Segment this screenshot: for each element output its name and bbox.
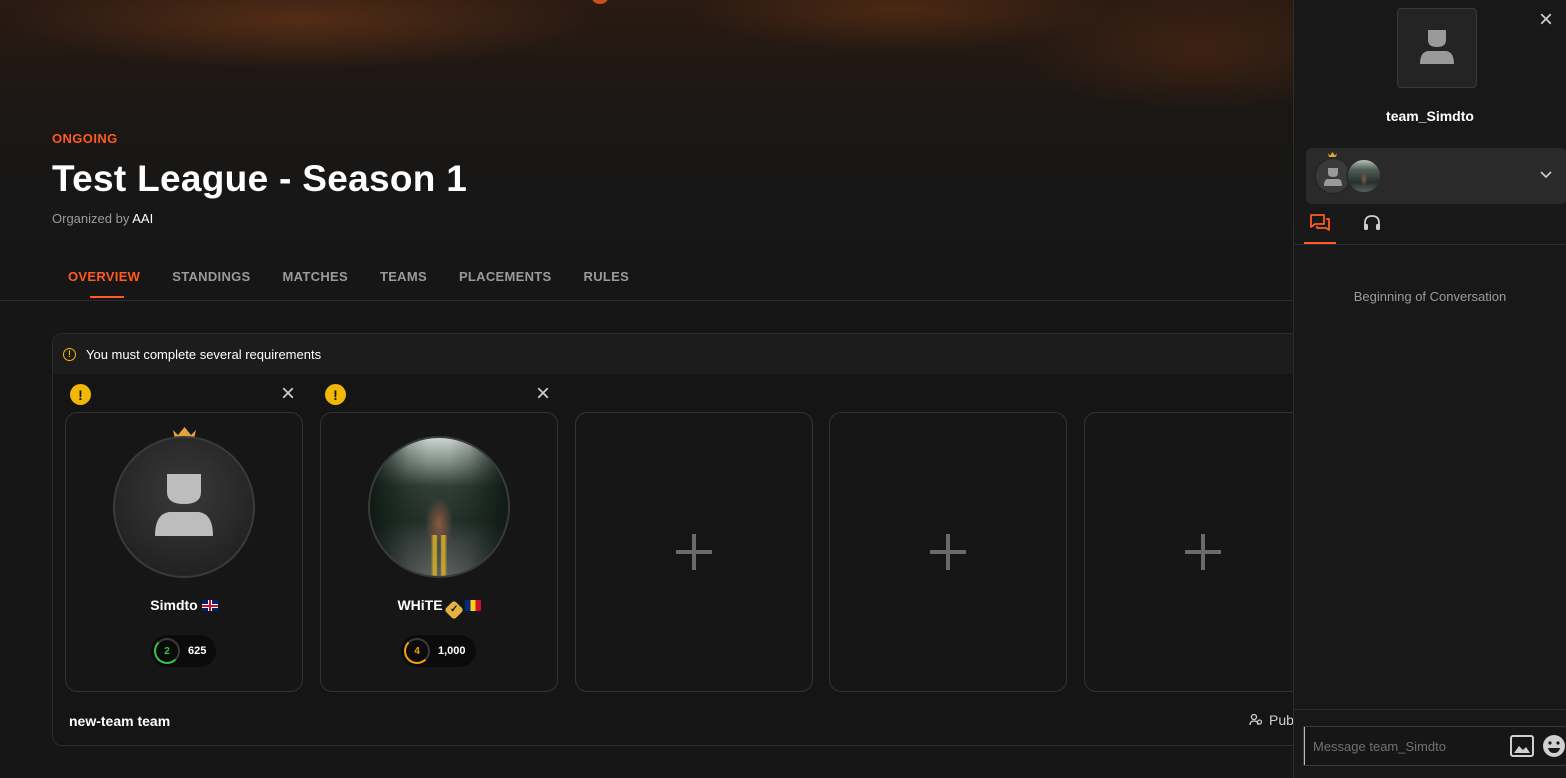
player-rating: 2 625 xyxy=(151,635,217,667)
tabs-divider xyxy=(0,300,1293,301)
elo-value: 625 xyxy=(188,645,207,657)
main-content: ONGOING Test League - Season 1 Organized… xyxy=(0,0,1293,778)
player-card[interactable]: Simdto 2 625 xyxy=(65,412,303,692)
tab-text-chat[interactable] xyxy=(1304,213,1336,244)
add-player-slot[interactable] xyxy=(829,412,1067,692)
tab-standings[interactable]: STANDINGS xyxy=(156,258,266,298)
team-chat-panel: × team_Simdto Beginning of Conversation … xyxy=(1293,0,1566,778)
plus-icon xyxy=(930,534,966,570)
league-banner xyxy=(0,0,1293,300)
composer-divider xyxy=(1294,709,1566,710)
player-name[interactable]: Simdto xyxy=(150,597,197,613)
player-name-row: Simdto xyxy=(66,597,302,613)
tab-teams[interactable]: TEAMS xyxy=(364,258,443,298)
organizer-line: Organized by AAI xyxy=(52,211,153,226)
verified-icon: ✓ xyxy=(443,600,464,620)
league-status: ONGOING xyxy=(52,131,118,146)
skill-level-badge: 4 xyxy=(404,638,430,664)
warning-icon[interactable]: ! xyxy=(325,384,346,405)
visibility-label: Pub xyxy=(1269,712,1293,728)
chevron-down-icon xyxy=(1540,171,1552,179)
player-name[interactable]: WHiTE xyxy=(397,597,442,613)
chat-tabs xyxy=(1294,213,1566,245)
add-player-slot[interactable] xyxy=(1084,412,1293,692)
tab-rules[interactable]: RULES xyxy=(568,258,646,298)
add-player-slot[interactable] xyxy=(575,412,813,692)
people-icon xyxy=(1249,713,1263,726)
flag-icon xyxy=(201,600,218,611)
player-name-row: WHiTE ✓ xyxy=(321,597,557,620)
warning-icon[interactable]: ! xyxy=(70,384,91,405)
page-title: Test League - Season 1 xyxy=(52,158,468,199)
message-composer xyxy=(1303,726,1566,766)
user-icon xyxy=(155,474,213,536)
tab-placements[interactable]: PLACEMENTS xyxy=(443,258,568,298)
remove-player-button[interactable]: × xyxy=(278,382,298,406)
emoji-icon[interactable] xyxy=(1542,734,1566,758)
flag-icon xyxy=(464,600,481,611)
member-avatar xyxy=(1346,158,1382,194)
player-slot-header: ! × xyxy=(320,382,558,406)
message-input[interactable] xyxy=(1304,727,1510,765)
player-avatar xyxy=(113,436,255,578)
members-dropdown[interactable] xyxy=(1306,148,1566,204)
image-upload-icon[interactable] xyxy=(1510,734,1534,758)
player-rating: 4 1,000 xyxy=(401,635,476,667)
close-icon[interactable]: × xyxy=(1536,8,1556,32)
chat-team-name: team_Simdto xyxy=(1386,108,1474,124)
organized-by-label: Organized by xyxy=(52,211,130,226)
player-slot-header: ! × xyxy=(65,382,303,406)
team-avatar xyxy=(1397,8,1477,88)
plus-icon xyxy=(676,534,712,570)
requirements-text: You must complete several requirements xyxy=(86,346,322,362)
conversation-start-label: Beginning of Conversation xyxy=(1353,289,1507,304)
warning-icon: ! xyxy=(63,347,76,361)
remove-player-button[interactable]: × xyxy=(533,382,553,406)
tab-voice-chat[interactable] xyxy=(1356,213,1388,244)
tab-overview[interactable]: OVERVIEW xyxy=(52,258,156,298)
league-tabs: OVERVIEW STANDINGS MATCHES TEAMS PLACEME… xyxy=(52,258,645,298)
user-icon xyxy=(1324,168,1342,186)
team-name: new-team team xyxy=(69,713,171,729)
organizer-link[interactable]: AAI xyxy=(132,211,153,226)
player-avatar xyxy=(368,436,510,578)
crown-icon xyxy=(1328,152,1337,157)
tab-matches[interactable]: MATCHES xyxy=(267,258,364,298)
player-card[interactable]: WHiTE ✓ 4 1,000 xyxy=(320,412,558,692)
skill-level-badge: 2 xyxy=(154,638,180,664)
elo-value: 1,000 xyxy=(438,645,466,657)
chat-icon xyxy=(1310,214,1330,231)
requirements-banner[interactable]: ! You must complete several requirements xyxy=(53,334,1293,374)
plus-icon xyxy=(1185,534,1221,570)
banner-graphic xyxy=(592,0,608,4)
user-icon xyxy=(1420,30,1454,64)
visibility-toggle[interactable]: Pub xyxy=(1249,712,1293,728)
headphones-icon xyxy=(1364,215,1380,230)
